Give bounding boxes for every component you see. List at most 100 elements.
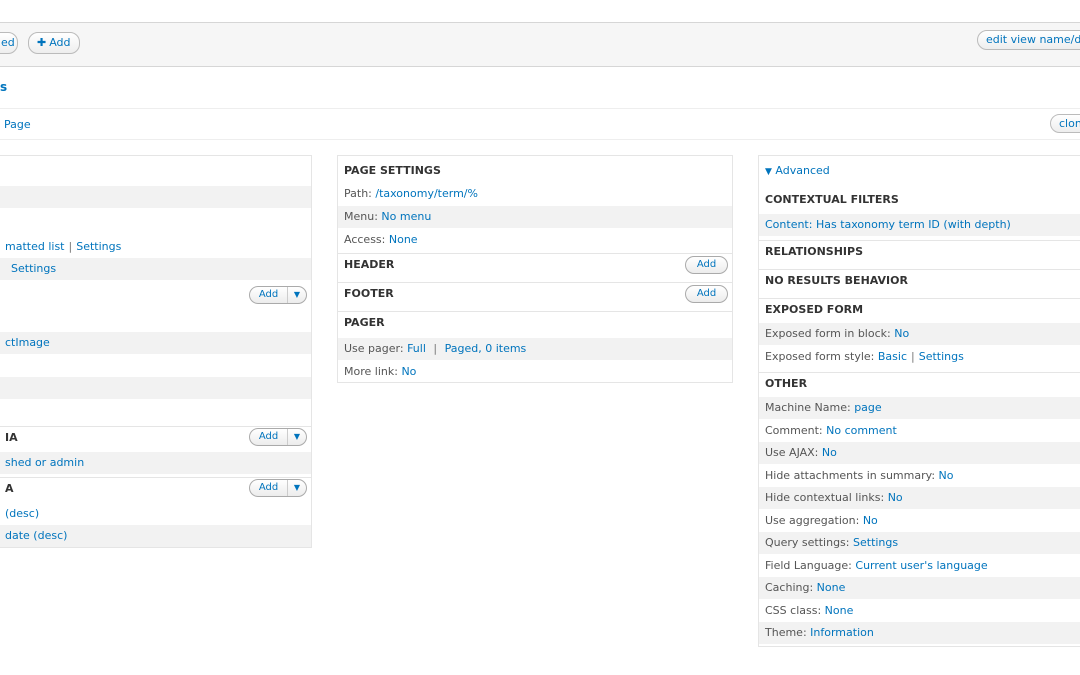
menu-row: Menu: No menu bbox=[338, 206, 732, 228]
partial-toolbar-button[interactable]: ed bbox=[0, 32, 18, 54]
filter-item-link[interactable]: shed or admin bbox=[5, 456, 84, 469]
other-row-aggregation: Use aggregation: No bbox=[759, 510, 1080, 532]
exposed-style-label: Exposed form style: bbox=[765, 350, 875, 363]
contextual-filter-link[interactable]: Content: Has taxonomy term ID (with dept… bbox=[765, 218, 1011, 231]
footer-section: FOOTER bbox=[338, 282, 732, 304]
footer-add-button[interactable]: Add bbox=[685, 285, 728, 303]
other-row-label: Caching: bbox=[765, 581, 814, 594]
other-row-label: CSS class: bbox=[765, 604, 822, 617]
other-row-label: Hide attachments in summary: bbox=[765, 469, 936, 482]
other-row-label: Theme: bbox=[765, 626, 807, 639]
plus-icon: ✚ bbox=[37, 36, 47, 49]
sort-item-link[interactable]: (desc) bbox=[5, 507, 39, 520]
advanced-toggle[interactable]: ▼ Advanced bbox=[759, 160, 1080, 182]
partial-toolbar-button-label: ed bbox=[1, 36, 15, 49]
access-label: Access: bbox=[344, 233, 386, 246]
filter-add-label: Add bbox=[250, 429, 288, 445]
filter-criteria-title: IA bbox=[5, 431, 18, 444]
other-row-machine-name: Machine Name: page bbox=[759, 397, 1080, 419]
edit-view-name-button[interactable]: edit view name/de bbox=[977, 30, 1080, 50]
clone-display-button[interactable]: clon bbox=[1050, 114, 1080, 133]
other-row-use-ajax: Use AJAX: No bbox=[759, 442, 1080, 464]
other-row-label: Machine Name: bbox=[765, 401, 851, 414]
more-link-row: More link: No bbox=[338, 361, 732, 383]
views-toolbar: ed ✚ Add edit view name/de bbox=[0, 22, 1080, 67]
other-row-link[interactable]: None bbox=[825, 604, 854, 617]
access-row: Access: None bbox=[338, 229, 732, 251]
other-row-link[interactable]: None bbox=[817, 581, 846, 594]
other-row-link[interactable]: No bbox=[939, 469, 954, 482]
path-row: Path: /taxonomy/term/% bbox=[338, 183, 732, 205]
caret-down-icon[interactable]: ▼ bbox=[288, 480, 306, 496]
left-row-blank-2 bbox=[0, 377, 311, 399]
filter-item-row: shed or admin bbox=[0, 452, 311, 474]
contextual-filter-row: Content: Has taxonomy term ID (with dept… bbox=[759, 214, 1080, 236]
caret-down-icon[interactable]: ▼ bbox=[288, 429, 306, 445]
other-row-label: Hide contextual links: bbox=[765, 491, 885, 504]
other-row-hide-contextual: Hide contextual links: No bbox=[759, 487, 1080, 509]
exposed-style-settings-link[interactable]: Settings bbox=[919, 350, 964, 363]
use-pager-link[interactable]: Full bbox=[407, 342, 426, 355]
exposed-style-link[interactable]: Basic bbox=[878, 350, 907, 363]
paged-items-link[interactable]: Paged, 0 items bbox=[445, 342, 527, 355]
triangle-down-icon: ▼ bbox=[765, 167, 772, 177]
other-row-link[interactable]: Settings bbox=[853, 536, 898, 549]
filter-add-button[interactable]: Add ▼ bbox=[249, 428, 307, 446]
access-link[interactable]: None bbox=[389, 233, 418, 246]
other-row-link[interactable]: No bbox=[888, 491, 903, 504]
format-settings-link[interactable]: Settings bbox=[76, 240, 121, 253]
use-pager-label: Use pager: bbox=[344, 342, 404, 355]
more-link-label: More link: bbox=[344, 365, 398, 378]
add-display-button[interactable]: ✚ Add bbox=[28, 32, 80, 54]
clone-display-label: clon bbox=[1059, 117, 1080, 130]
other-header: OTHER bbox=[759, 372, 1080, 394]
pager-section: PAGER bbox=[338, 311, 732, 333]
sort-item-row-1: (desc) bbox=[0, 503, 311, 525]
no-results-header: NO RESULTS BEHAVIOR bbox=[759, 269, 1080, 291]
advanced-link[interactable]: Advanced bbox=[775, 164, 829, 177]
exposed-style-row: Exposed form style: Basic | Settings bbox=[765, 350, 964, 363]
format-row: matted list | Settings bbox=[5, 240, 122, 253]
contextual-filters-header: CONTEXTUAL FILTERS bbox=[765, 193, 899, 206]
path-link[interactable]: /taxonomy/term/% bbox=[375, 187, 478, 200]
other-row-comment: Comment: No comment bbox=[759, 420, 1080, 442]
relationships-header: RELATIONSHIPS bbox=[759, 240, 1080, 262]
other-row-label: Use aggregation: bbox=[765, 514, 860, 527]
field-item-link[interactable]: ctImage bbox=[5, 336, 50, 349]
other-row-theme: Theme: Information bbox=[759, 622, 1080, 644]
menu-label: Menu: bbox=[344, 210, 378, 223]
caret-down-icon[interactable]: ▼ bbox=[288, 287, 306, 303]
exposed-block-row: Exposed form in block: No bbox=[759, 323, 1080, 345]
other-row-label: Query settings: bbox=[765, 536, 850, 549]
show-row: Settings bbox=[0, 258, 311, 280]
other-row-link[interactable]: No bbox=[822, 446, 837, 459]
sort-add-label: Add bbox=[250, 480, 288, 496]
use-pager-row: Use pager: Full | Paged, 0 items bbox=[338, 338, 732, 360]
other-row-link[interactable]: Information bbox=[810, 626, 874, 639]
left-row-blank bbox=[0, 186, 311, 208]
display-name-page[interactable]: Page bbox=[4, 118, 31, 131]
fields-add-button[interactable]: Add ▼ bbox=[249, 286, 307, 304]
header-add-button[interactable]: Add bbox=[685, 256, 728, 274]
more-link-link[interactable]: No bbox=[401, 365, 416, 378]
sort-item-link[interactable]: date (desc) bbox=[5, 529, 67, 542]
other-row-hide-attachments: Hide attachments in summary: No bbox=[759, 465, 1080, 487]
sort-criteria-title: A bbox=[5, 482, 14, 495]
other-row-link[interactable]: No bbox=[863, 514, 878, 527]
menu-link[interactable]: No menu bbox=[381, 210, 431, 223]
middle-column: PAGE SETTINGS Path: /taxonomy/term/% Men… bbox=[337, 155, 733, 383]
fields-add-label: Add bbox=[250, 287, 288, 303]
other-row-link[interactable]: page bbox=[854, 401, 881, 414]
other-row-css-class: CSS class: None bbox=[759, 600, 1080, 622]
other-row-label: Use AJAX: bbox=[765, 446, 819, 459]
sort-add-button[interactable]: Add ▼ bbox=[249, 479, 307, 497]
exposed-block-link[interactable]: No bbox=[894, 327, 909, 340]
other-row-link[interactable]: No comment bbox=[826, 424, 897, 437]
show-settings-link[interactable]: Settings bbox=[11, 262, 56, 275]
header-section: HEADER bbox=[338, 253, 732, 275]
other-row-query-settings: Query settings: Settings bbox=[759, 532, 1080, 554]
format-link[interactable]: matted list bbox=[5, 240, 65, 253]
add-display-label: Add bbox=[49, 36, 71, 49]
exposed-form-header: EXPOSED FORM bbox=[759, 298, 1080, 320]
other-row-link[interactable]: Current user's language bbox=[855, 559, 987, 572]
